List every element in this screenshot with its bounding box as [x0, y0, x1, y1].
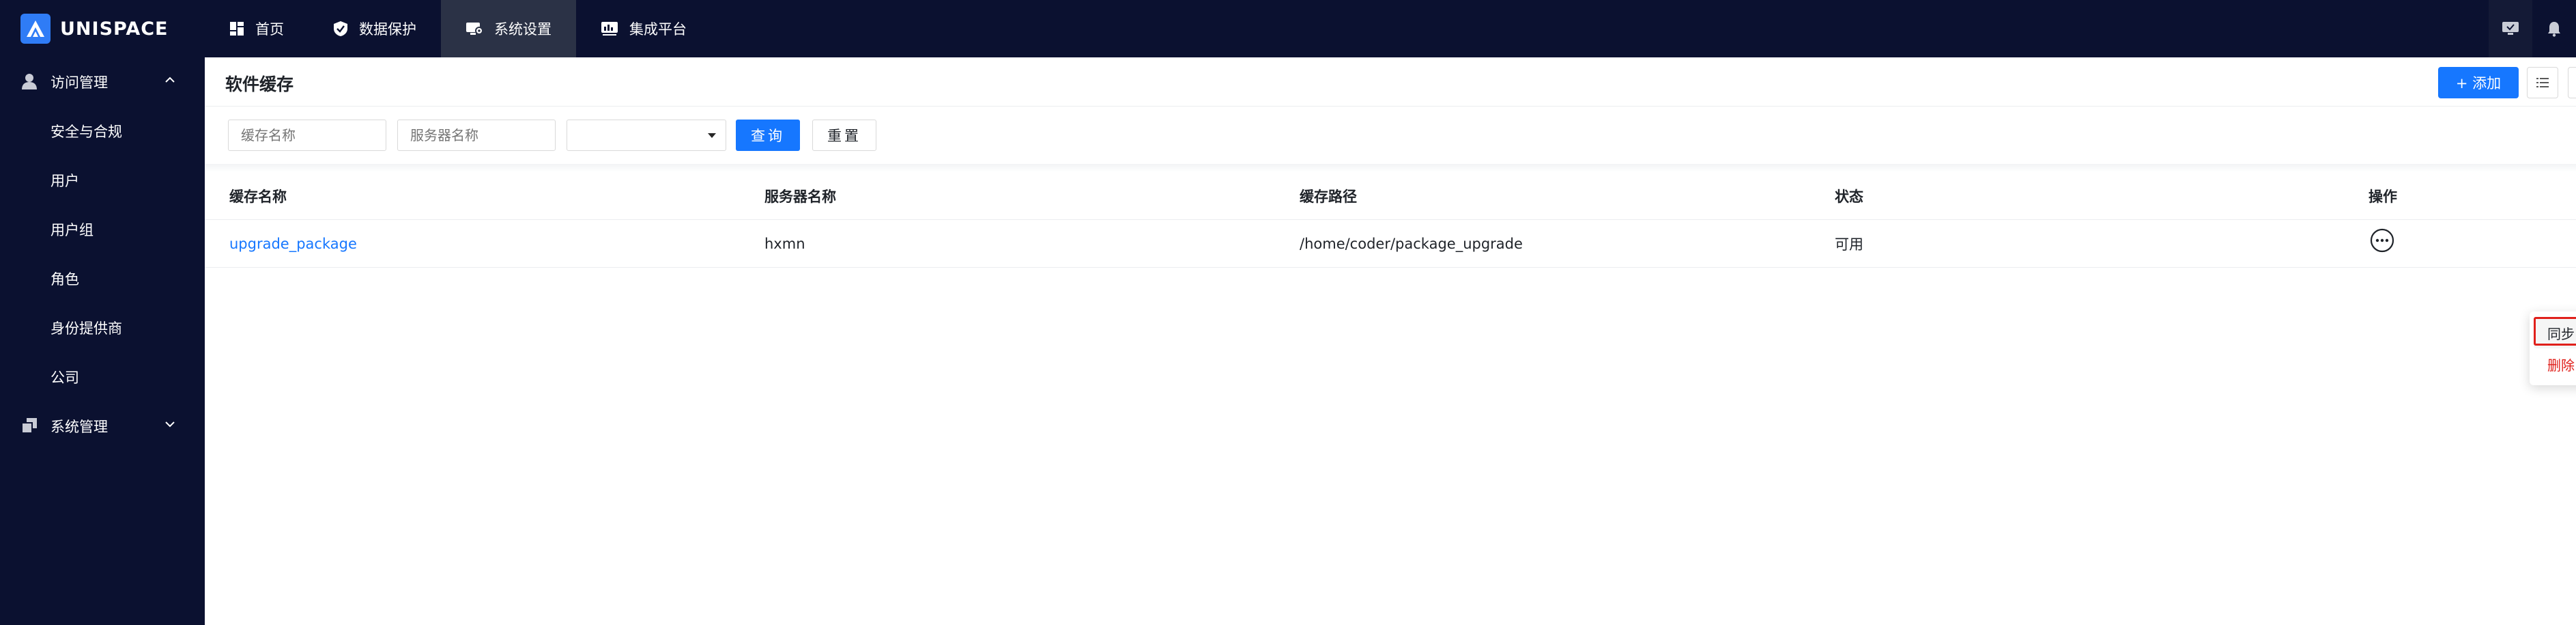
sidebar-item-label: 身份提供商 [51, 320, 122, 337]
cache-name-link[interactable]: upgrade_package [229, 220, 357, 268]
nav-system-settings-label: 系统设置 [494, 21, 552, 38]
list-icon [2536, 78, 2549, 87]
notification-button[interactable] [2532, 0, 2576, 57]
sidebar-item-label: 公司 [51, 370, 79, 386]
sidebar-group-label: 系统管理 [51, 419, 108, 435]
page-title: 软件缓存 [225, 74, 294, 94]
chevron-up-icon [165, 77, 175, 83]
main-content: 软件缓存 + 添加 查询 重置 缓存名称 服务器名称 缓存路径 状态 [205, 57, 2576, 625]
sidebar-group-system-management[interactable]: 系统管理 [0, 402, 205, 451]
nav-home-label: 首页 [255, 21, 284, 38]
top-right-actions [2489, 0, 2576, 57]
sidebar: 访问管理 安全与合规 用户 用户组 角色 身份提供商 公司 系统管理 [0, 57, 205, 625]
column-header-status[interactable]: 状态 [1835, 172, 1863, 220]
column-header-cache-name[interactable]: 缓存名称 [229, 172, 287, 220]
status-select[interactable] [567, 120, 726, 151]
bell-icon [2548, 22, 2560, 37]
row-actions-dropdown: 同步 删除 [2530, 311, 2576, 385]
sidebar-item-label: 安全与合规 [51, 124, 122, 140]
monitor-chat-icon [2502, 22, 2519, 35]
row-more-actions-button[interactable] [2369, 227, 2396, 254]
highlight-box [2534, 317, 2576, 346]
shield-icon [334, 21, 347, 36]
server-name-input[interactable] [397, 120, 556, 151]
sidebar-item-label: 用户 [51, 173, 79, 189]
nav-integration-platform-label: 集成平台 [629, 21, 687, 38]
brand-logo[interactable]: UNISPACE [20, 12, 168, 45]
column-header-actions: 操作 [2369, 189, 2397, 205]
query-button[interactable]: 查询 [736, 120, 800, 151]
status-cell: 可用 [1835, 236, 1863, 253]
sidebar-item-users[interactable]: 用户 [0, 156, 205, 205]
reset-button[interactable]: 重置 [812, 120, 876, 151]
monitor-chat-button[interactable] [2489, 0, 2532, 57]
nav-data-protection-label: 数据保护 [359, 21, 416, 38]
column-header-server-name[interactable]: 服务器名称 [764, 172, 836, 220]
section-divider [205, 164, 2576, 172]
more-horizontal-icon [2370, 228, 2394, 253]
user-icon [22, 74, 37, 89]
nav-integration-platform[interactable]: 集成平台 [576, 0, 711, 57]
brand-name: UNISPACE [60, 18, 169, 40]
sidebar-item-user-groups[interactable]: 用户组 [0, 205, 205, 254]
nav-data-protection[interactable]: 数据保护 [309, 0, 441, 57]
dashboard-icon [230, 22, 244, 36]
top-nav: 首页 数据保护 系统设置 集成平台 [205, 0, 711, 57]
caret-down-icon [708, 133, 716, 138]
sidebar-item-security-compliance[interactable]: 安全与合规 [0, 107, 205, 156]
cache-path-cell: /home/coder/package_upgrade [1300, 236, 1523, 252]
settings-monitor-icon [466, 23, 483, 35]
server-name-cell: hxmn [764, 236, 805, 252]
integration-icon [601, 22, 618, 36]
table-row: upgrade_package hxmn /home/coder/package… [205, 220, 2576, 268]
sidebar-item-identity-providers[interactable]: 身份提供商 [0, 303, 205, 352]
stack-icon [21, 418, 37, 434]
logo-mark-icon [20, 14, 51, 44]
sidebar-item-label: 角色 [51, 271, 79, 288]
sidebar-item-label: 用户组 [51, 222, 94, 238]
add-button[interactable]: + 添加 [2438, 67, 2519, 98]
cache-name-input[interactable] [228, 120, 386, 151]
sidebar-group-access-management[interactable]: 访问管理 [0, 57, 205, 107]
chevron-down-icon [165, 421, 175, 428]
table-header: 缓存名称 服务器名称 缓存路径 状态 操作 [205, 172, 2576, 220]
list-view-button[interactable] [2527, 67, 2558, 98]
filter-bar: 查询 重置 [205, 107, 2576, 164]
column-settings-button[interactable] [2568, 67, 2576, 98]
nav-home[interactable]: 首页 [205, 0, 309, 57]
top-bar: UNISPACE 首页 数据保护 系统设置 集成平台 [0, 0, 2576, 57]
sidebar-item-company[interactable]: 公司 [0, 352, 205, 402]
column-header-cache-path[interactable]: 缓存路径 [1300, 172, 1357, 220]
sidebar-item-roles[interactable]: 角色 [0, 254, 205, 303]
sidebar-group-label: 访问管理 [51, 74, 108, 91]
page-header: 软件缓存 + 添加 [205, 57, 2576, 107]
delete-menu-item[interactable]: 删除 [2534, 348, 2576, 380]
cache-table: 缓存名称 服务器名称 缓存路径 状态 操作 upgrade_package hx… [205, 172, 2576, 268]
nav-system-settings[interactable]: 系统设置 [441, 0, 576, 57]
